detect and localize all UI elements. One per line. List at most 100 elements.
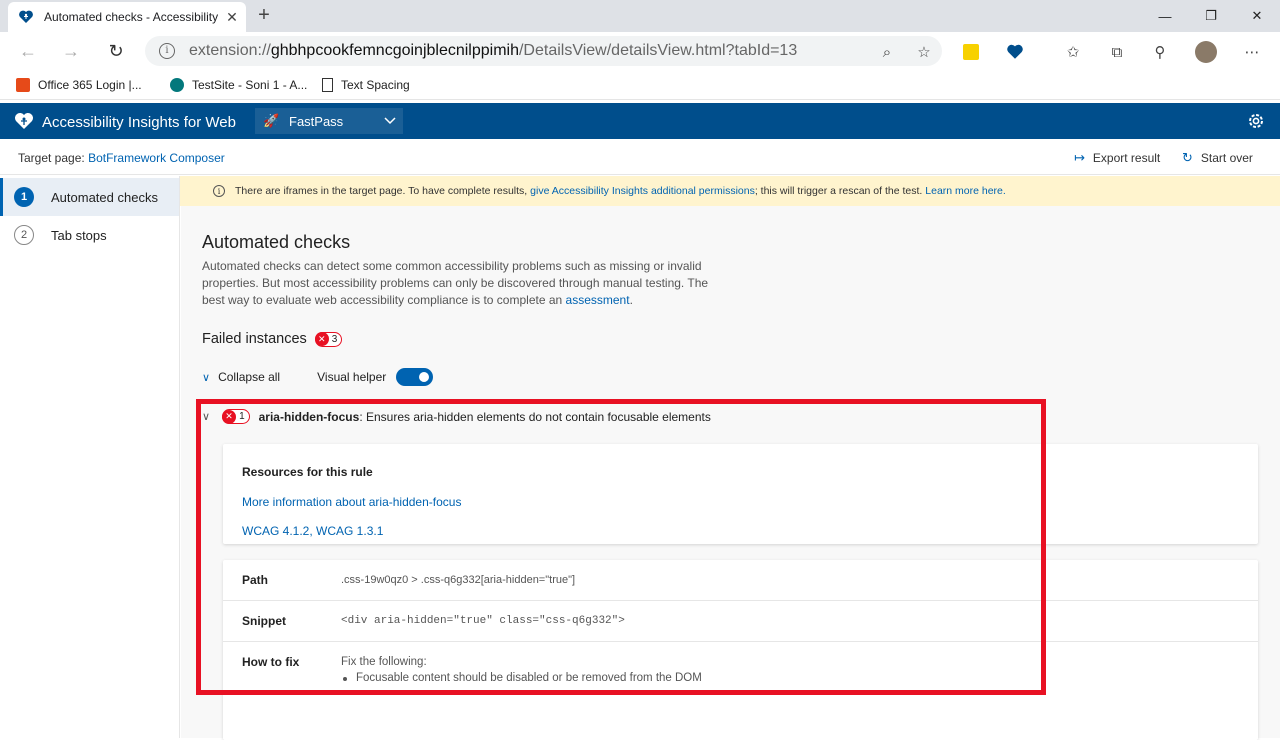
site-info-icon[interactable]: i	[159, 43, 175, 59]
forward-icon[interactable]: →	[57, 38, 85, 64]
url-path: /DetailsView/detailsView.html?tabId=13	[518, 42, 798, 59]
command-bar: Target page: BotFramework Composer ↦ Exp…	[0, 139, 1280, 175]
app-header: Accessibility Insights for Web	[0, 103, 1280, 139]
browser-navbar: ← → ↻ i extension://ghbhpcookfemncgoinjb…	[0, 32, 1280, 70]
nav-item-automated-checks[interactable]: 1 Automated checks	[0, 178, 179, 216]
resources-title: Resources for this rule	[242, 465, 373, 479]
failed-label: Failed instances	[202, 331, 307, 347]
collapse-all-label: Collapse all	[218, 370, 281, 384]
visual-helper-label: Visual helper	[317, 370, 387, 384]
bookmark-office365[interactable]: Office 365 Login |...	[16, 76, 142, 94]
rule-header[interactable]: ∨ ✕ 1 aria-hidden-focus: Ensures aria-hid…	[202, 409, 711, 424]
sharepoint-icon	[170, 78, 184, 92]
sticky-notes-icon[interactable]	[959, 40, 983, 64]
failed-instances-heading: Failed instances ✕ 3	[202, 331, 343, 347]
fix-list: Fix the following: Focusable content sho…	[341, 656, 702, 684]
export-icon: ↦	[1074, 150, 1085, 165]
page-title: Automated checks	[202, 232, 351, 252]
address-bar[interactable]: i extension://ghbhpcookfemncgoinjblecnil…	[145, 36, 942, 66]
snippet-row: Snippet <div aria-hidden="true" class="c…	[223, 601, 1258, 642]
iframe-notice: i There are iframes in the target page. …	[180, 176, 1280, 206]
tab-close-icon[interactable]: ✕	[222, 9, 242, 26]
visual-helper-toggle[interactable]	[396, 368, 434, 386]
error-x-icon: ✕	[314, 332, 329, 346]
page-description: Automated checks can detect some common …	[202, 258, 722, 309]
mode-label: FastPass	[289, 113, 344, 129]
start-over-label: Start over	[1200, 151, 1253, 165]
new-tab-icon[interactable]: +	[254, 4, 274, 27]
permissions-link[interactable]: give Accessibility Insights additional p…	[530, 185, 755, 197]
rule-count: 1	[239, 411, 245, 422]
rocket-icon: 🚀	[263, 113, 280, 128]
snippet-label: Snippet	[242, 614, 286, 628]
fix-intro: Fix the following:	[341, 656, 427, 668]
mode-dropdown[interactable]: 🚀 FastPass	[255, 108, 403, 134]
how-to-fix-label: How to fix	[242, 655, 300, 669]
office-icon	[16, 78, 30, 92]
nav-item-tab-stops[interactable]: 2 Tab stops	[0, 216, 179, 254]
target-page: Target page: BotFramework Composer	[18, 151, 225, 165]
rule-id: aria-hidden-focus	[258, 409, 360, 424]
url-scheme: extension://	[189, 42, 271, 59]
collapse-all-button[interactable]: ∨ Collapse all	[202, 370, 280, 384]
step-number: 2	[14, 225, 34, 245]
more-menu-icon[interactable]: ⋯	[1240, 40, 1264, 64]
settings-gear-icon[interactable]	[1246, 111, 1266, 131]
profile-avatar[interactable]	[1194, 40, 1218, 64]
minimize-icon[interactable]: —	[1142, 0, 1188, 32]
failed-count-badge: ✕ 3	[314, 331, 343, 347]
accessibility-insights-icon	[19, 10, 33, 23]
notice-text: There are iframes in the target page. To…	[235, 185, 528, 197]
target-label: Target page:	[18, 151, 85, 165]
accessibility-insights-extension-icon[interactable]	[1003, 40, 1027, 64]
nav-label: Automated checks	[51, 189, 158, 205]
collections-icon[interactable]: ⧉	[1105, 40, 1129, 64]
more-info-link[interactable]: More information about aria-hidden-focus	[242, 495, 461, 509]
chevron-down-icon	[384, 117, 396, 125]
path-value: .css-19w0qz0 > .css-q6g332[aria-hidden="…	[341, 574, 576, 586]
path-row: Path .css-19w0qz0 > .css-q6g332[aria-hid…	[223, 560, 1258, 601]
bookmarks-bar: Office 365 Login |... TestSite - Soni 1 …	[0, 70, 1280, 100]
learn-more-link[interactable]: Learn more here.	[925, 185, 1006, 197]
assessment-link[interactable]: assessment	[566, 293, 630, 307]
chevron-down-icon: ∨	[202, 371, 211, 384]
export-result-button[interactable]: ↦ Export result	[1074, 150, 1160, 166]
feedback-icon[interactable]: ⚲	[1148, 40, 1172, 64]
bookmark-label: Text Spacing	[341, 78, 410, 92]
description-end: .	[629, 293, 633, 307]
tab-title: Automated checks - Accessibility	[44, 10, 219, 24]
url-host: ghbhpcookfemncgoinjblecnilppimih	[270, 42, 519, 59]
export-label: Export result	[1092, 151, 1161, 165]
resources-card: Resources for this rule More information…	[223, 444, 1258, 544]
chevron-down-icon: ∨	[202, 411, 211, 423]
wcag-link[interactable]: WCAG 4.1.2, WCAG 1.3.1	[242, 524, 383, 538]
instance-card: Path .css-19w0qz0 > .css-q6g332[aria-hid…	[223, 560, 1258, 740]
left-nav: 1 Automated checks 2 Tab stops	[0, 176, 180, 738]
refresh-icon[interactable]: ↻	[102, 38, 130, 64]
error-x-icon: ✕	[222, 409, 237, 424]
start-over-icon: ↻	[1182, 150, 1193, 165]
zoom-icon[interactable]: ⌕	[875, 40, 899, 64]
restore-icon[interactable]: ❐	[1188, 0, 1234, 32]
bookmark-testsite[interactable]: TestSite - Soni 1 - A...	[170, 76, 307, 94]
start-over-button[interactable]: ↻ Start over	[1182, 150, 1253, 166]
fix-item: Focusable content should be disabled or …	[341, 672, 702, 684]
main-content: Automated checks Automated checks can de…	[181, 206, 1280, 740]
accessibility-insights-logo-icon	[15, 113, 33, 129]
nav-label: Tab stops	[51, 227, 107, 243]
bookmark-text-spacing[interactable]: Text Spacing	[322, 76, 410, 94]
window-close-icon[interactable]: ✕	[1234, 0, 1280, 32]
favorites-icon[interactable]: ✩	[1061, 40, 1085, 64]
results-toolbar: ∨ Collapse all Visual helper	[202, 368, 434, 386]
page-icon	[322, 78, 333, 92]
back-icon[interactable]: ←	[14, 38, 42, 64]
target-page-link[interactable]: BotFramework Composer	[88, 151, 225, 165]
bookmark-label: TestSite - Soni 1 - A...	[192, 78, 308, 92]
rule-description: : Ensures aria-hidden elements do not co…	[359, 409, 711, 424]
rule-count-badge: ✕ 1	[222, 409, 250, 424]
browser-tab[interactable]: Automated checks - Accessibility ✕	[8, 2, 246, 32]
info-icon: i	[213, 185, 225, 197]
favorite-star-icon[interactable]: ☆	[912, 40, 936, 64]
failed-count: 3	[331, 333, 338, 345]
path-label: Path	[242, 573, 269, 587]
